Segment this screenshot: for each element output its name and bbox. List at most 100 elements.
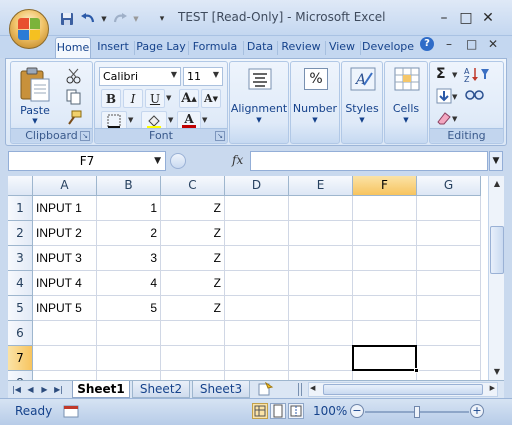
paste-button[interactable]: Paste ▼ [15,65,55,127]
office-button[interactable] [9,9,49,49]
cell-a3[interactable]: INPUT 3 [33,246,97,271]
font-color-dropdown-icon[interactable]: ▼ [202,116,207,124]
cell-a5[interactable]: INPUT 5 [33,296,97,321]
cell-f4[interactable] [353,271,417,296]
zoom-in-button[interactable]: + [470,404,484,418]
cell-c3[interactable]: Z [161,246,225,271]
cell-a4[interactable]: INPUT 4 [33,271,97,296]
alignment-group[interactable]: Alignment ▼ [229,61,289,144]
row-header-8[interactable]: 8 [8,371,33,380]
cell-g3[interactable] [417,246,481,271]
zoom-out-button[interactable]: − [350,404,364,418]
fill-color-dropdown-icon[interactable]: ▼ [168,116,173,124]
tab-developer[interactable]: Develope [362,37,414,58]
customize-qat-icon[interactable]: ▾ [153,10,171,28]
row-header-1[interactable]: 1 [8,196,33,221]
maximize-button[interactable]: □ [455,9,477,27]
column-header-a[interactable]: A [33,176,97,196]
cell-d6[interactable] [225,321,289,346]
tab-view[interactable]: View [327,37,357,58]
column-header-d[interactable]: D [225,176,289,196]
zoom-level[interactable]: 100% [313,404,347,418]
worksheet-grid[interactable]: ABCDEFG 12345678 INPUT 11ZINPUT 22ZINPUT… [8,176,504,380]
cell-f2[interactable] [353,221,417,246]
underline-button[interactable]: U [145,89,165,108]
horizontal-scrollbar[interactable]: ◀ ▶ [308,382,498,397]
cell-c6[interactable] [161,321,225,346]
cell-b3[interactable]: 3 [97,246,161,271]
normal-view-button[interactable] [252,403,268,419]
cell-c5[interactable]: Z [161,296,225,321]
cell-a6[interactable] [33,321,97,346]
cell-a1[interactable]: INPUT 1 [33,196,97,221]
macro-record-button[interactable] [63,404,79,419]
last-sheet-icon[interactable]: ▶| [53,383,64,396]
cell-d4[interactable] [225,271,289,296]
expand-formula-bar-button[interactable]: ▼ [489,151,503,171]
cell-b8[interactable] [97,371,161,380]
tab-page-layout[interactable]: Page Lay [136,37,186,58]
page-break-view-button[interactable] [288,403,304,419]
ribbon-restore-button[interactable]: □ [466,37,477,51]
clear-dropdown-icon[interactable]: ▼ [452,115,457,123]
cell-e8[interactable] [289,371,353,380]
cell-g1[interactable] [417,196,481,221]
column-header-g[interactable]: G [417,176,481,196]
cell-d2[interactable] [225,221,289,246]
sort-filter-button[interactable]: AZ [464,66,490,84]
prev-sheet-icon[interactable]: ◀ [25,383,36,396]
next-sheet-icon[interactable]: ▶ [39,383,50,396]
row-header-6[interactable]: 6 [8,321,33,346]
ribbon-minimize-button[interactable]: – [446,37,452,51]
cell-e4[interactable] [289,271,353,296]
cell-g5[interactable] [417,296,481,321]
find-select-button[interactable] [464,88,490,104]
zoom-slider-knob[interactable] [414,406,420,418]
cell-d5[interactable] [225,296,289,321]
cell-g8[interactable] [417,371,481,380]
cell-d3[interactable] [225,246,289,271]
sheet-tab-sheet1[interactable]: Sheet1 [72,381,130,398]
fill-dropdown-icon[interactable]: ▼ [452,93,457,101]
cell-c7[interactable] [161,346,225,371]
vertical-scroll-thumb[interactable] [490,226,504,274]
vertical-scrollbar[interactable]: ▲ ▼ [488,176,504,380]
column-header-b[interactable]: B [97,176,161,196]
font-launcher-icon[interactable]: ↘ [215,131,225,141]
zoom-slider[interactable] [365,406,469,418]
borders-dropdown-icon[interactable]: ▼ [128,116,133,124]
italic-button[interactable]: I [123,89,143,108]
column-header-f[interactable]: F [353,176,417,196]
cell-a7[interactable] [33,346,97,371]
cell-d8[interactable] [225,371,289,380]
font-name-combo[interactable]: Calibri ▼ [99,67,181,86]
grow-font-button[interactable]: A ▲ [179,89,199,108]
cell-g2[interactable] [417,221,481,246]
help-icon[interactable]: ? [420,37,434,51]
cell-c8[interactable] [161,371,225,380]
cell-d7[interactable] [225,346,289,371]
cut-button[interactable] [66,68,82,84]
undo-dropdown-icon[interactable]: ▼ [100,10,108,28]
cell-d1[interactable] [225,196,289,221]
scroll-down-icon[interactable]: ▼ [490,364,504,380]
redo-button[interactable] [111,10,129,28]
row-header-2[interactable]: 2 [8,221,33,246]
cell-b1[interactable]: 1 [97,196,161,221]
cell-e2[interactable] [289,221,353,246]
cell-b6[interactable] [97,321,161,346]
number-group[interactable]: % Number ▼ [290,61,340,144]
formula-bar-grip-icon[interactable] [170,153,186,169]
font-size-combo[interactable]: 11 ▼ [183,67,223,86]
insert-sheet-button[interactable] [256,381,278,397]
copy-button[interactable] [66,89,82,105]
cell-g4[interactable] [417,271,481,296]
first-sheet-icon[interactable]: |◀ [11,383,22,396]
redo-dropdown-icon[interactable]: ▼ [132,10,140,28]
minimize-button[interactable]: – [433,9,455,27]
cell-f8[interactable] [353,371,417,380]
cell-f1[interactable] [353,196,417,221]
row-header-4[interactable]: 4 [8,271,33,296]
cell-c1[interactable]: Z [161,196,225,221]
cell-e7[interactable] [289,346,353,371]
